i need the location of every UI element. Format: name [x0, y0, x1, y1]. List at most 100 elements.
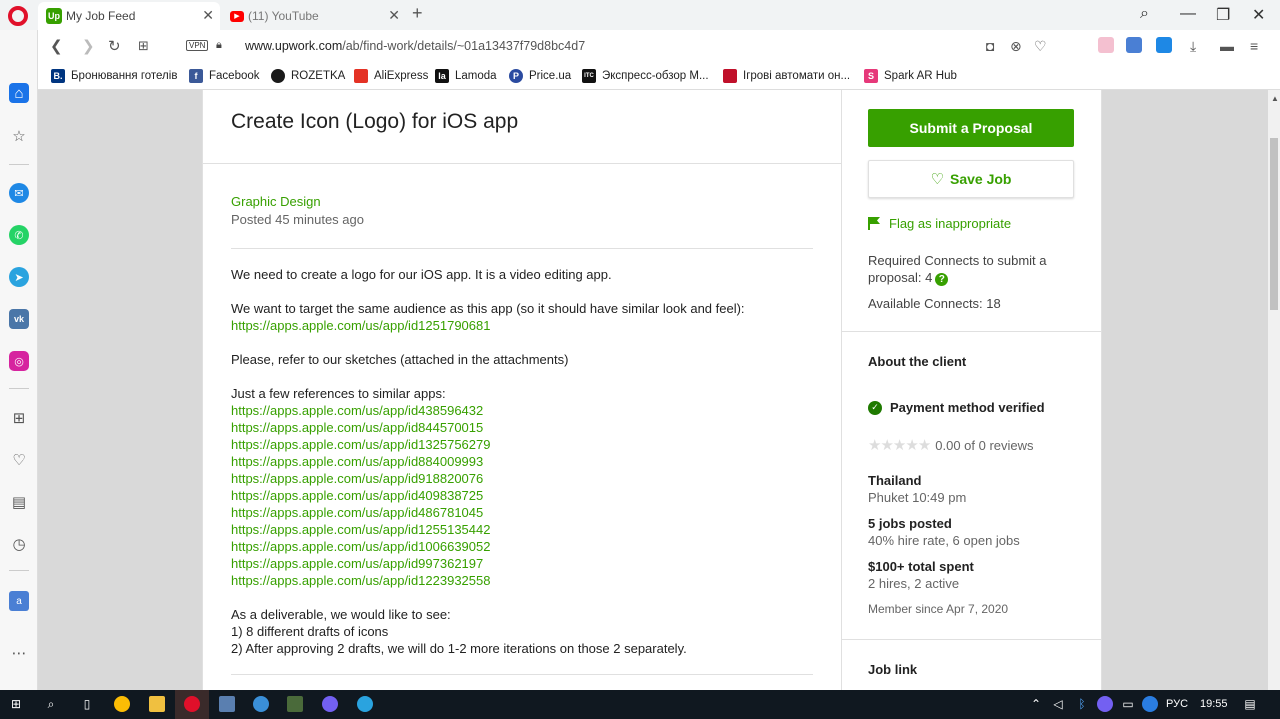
flag-inappropriate-link[interactable]: Flag as inappropriate [868, 216, 1011, 231]
battery-saver-icon[interactable]: ▬ [1220, 38, 1234, 54]
reference-app-link[interactable]: https://apps.apple.com/us/app/id12517906… [231, 317, 816, 334]
opera-menu-icon[interactable] [8, 6, 28, 26]
bluetooth-icon[interactable]: ᛒ [1074, 696, 1090, 712]
similar-app-link[interactable]: https://apps.apple.com/us/app/id13257562… [231, 436, 816, 453]
search-icon[interactable]: ⌕ [43, 696, 59, 712]
description-text: As a deliverable, we would like to see: [231, 607, 451, 622]
hire-rate: 40% hire rate, 6 open jobs [868, 533, 1020, 548]
bookmark-itc[interactable]: ITC Экспресс-обзор М... [582, 69, 709, 83]
more-options-icon[interactable]: ⋯ [9, 643, 29, 663]
viber-icon[interactable] [322, 696, 338, 712]
help-question-icon[interactable]: ? [935, 273, 949, 286]
opera-taskbar-icon[interactable] [184, 696, 200, 712]
bookmark-heart-icon[interactable]: ♡ [1034, 38, 1047, 55]
similar-app-link[interactable]: https://apps.apple.com/us/app/id84457001… [231, 419, 816, 436]
speed-dial-icon[interactable]: ⊞ [138, 38, 149, 54]
clock[interactable]: 19:55 [1200, 698, 1228, 710]
scroll-up-icon[interactable]: ▲ [1271, 94, 1279, 103]
close-tab-icon[interactable]: ✕ [388, 7, 400, 24]
similar-app-link[interactable]: https://apps.apple.com/us/app/id88400999… [231, 453, 816, 470]
close-tab-icon[interactable]: ✕ [202, 7, 214, 24]
available-connects: Available Connects: 18 [868, 296, 1001, 311]
messenger-taskbar-icon[interactable] [253, 696, 269, 712]
translate-extension-icon[interactable] [1126, 37, 1142, 53]
history-clock-icon[interactable]: ◷ [9, 534, 29, 554]
reviews-count: 0.00 of 0 reviews [935, 437, 1034, 453]
easy-setup-icon[interactable]: ≡ [1250, 38, 1258, 54]
extension-cube-icon[interactable] [1098, 37, 1114, 53]
whatsapp-icon[interactable]: ✆ [9, 225, 29, 245]
home-icon[interactable]: ⌂ [9, 83, 29, 103]
bookmark-aliexpress[interactable]: AliExpress [354, 69, 428, 83]
bookmarks-star-icon[interactable]: ☆ [9, 126, 29, 146]
tab-youtube[interactable]: ▶ (11) YouTube ✕ [222, 2, 406, 30]
flag-label: Flag as inappropriate [889, 216, 1012, 231]
hires-count: 2 hires, 2 active [868, 576, 960, 591]
chrome-icon[interactable] [114, 696, 130, 712]
job-link-heading: Job link [868, 662, 918, 677]
url-field[interactable]: www.upwork.com/ab/find-work/details/~01a… [245, 39, 585, 53]
app-taskbar-icon[interactable] [287, 696, 303, 712]
bookmark-price-ua[interactable]: P Price.ua [509, 69, 571, 83]
similar-app-link[interactable]: https://apps.apple.com/us/app/id12551354… [231, 521, 816, 538]
vpn-badge[interactable]: VPN [186, 40, 209, 51]
close-window-button[interactable]: ✕ [1252, 5, 1265, 25]
total-spent: $100+ total spent [868, 559, 974, 574]
download-extension-icon[interactable] [1156, 37, 1172, 53]
job-description: We need to create a logo for our iOS app… [231, 266, 816, 674]
messenger-tray-icon[interactable] [1142, 696, 1158, 712]
job-category-link[interactable]: Graphic Design [231, 194, 321, 209]
personal-news-heart-icon[interactable]: ♡ [9, 450, 29, 470]
save-job-label: Save Job [949, 171, 1012, 187]
scrollbar-thumb[interactable] [1270, 138, 1278, 310]
workspaces-grid-icon[interactable]: ⊞ [9, 408, 29, 428]
snapshot-camera-icon[interactable]: ◘ [986, 38, 994, 54]
new-tab-button[interactable]: + [412, 3, 423, 24]
back-arrow-icon[interactable]: ❮ [50, 37, 63, 55]
forward-arrow-icon[interactable]: ❯ [82, 37, 95, 55]
bookmark-spark-ar[interactable]: S Spark AR Hub [864, 69, 957, 83]
similar-app-link[interactable]: https://apps.apple.com/us/app/id91882007… [231, 470, 816, 487]
telegram-icon[interactable]: ➤ [9, 267, 29, 287]
bookmark-rozetka[interactable]: ROZETKA [271, 69, 345, 83]
bookmark-facebook[interactable]: f Facebook [189, 69, 260, 83]
reload-icon[interactable]: ↻ [108, 37, 121, 55]
file-icon[interactable]: ▯ [79, 696, 95, 712]
bookmark-label: Экспресс-обзор М... [602, 70, 709, 82]
similar-app-link[interactable]: https://apps.apple.com/us/app/id48678104… [231, 504, 816, 521]
tab-title: My Job Feed [66, 9, 136, 23]
lock-icon[interactable]: 🔒︎ [216, 39, 222, 52]
restore-window-button[interactable]: ❐ [1216, 5, 1230, 25]
bookmark-lamoda[interactable]: la Lamoda [435, 69, 497, 83]
keyboard-language[interactable]: РУС [1166, 698, 1188, 710]
bookmark-games[interactable]: Ігрові автомати он... [723, 69, 850, 83]
submit-proposal-button[interactable]: Submit a Proposal [868, 109, 1074, 147]
messenger-icon[interactable]: ✉ [9, 183, 29, 203]
save-job-button[interactable]: ♡ Save Job [868, 160, 1074, 198]
similar-app-link[interactable]: https://apps.apple.com/us/app/id43859643… [231, 402, 816, 419]
viber-tray-icon[interactable] [1097, 696, 1113, 712]
news-icon[interactable]: ▤ [9, 492, 29, 512]
instagram-icon[interactable]: ◎ [9, 351, 29, 371]
similar-app-link[interactable]: https://apps.apple.com/us/app/id10066390… [231, 538, 816, 555]
volume-icon[interactable]: ◁ [1050, 696, 1066, 712]
show-hidden-icons[interactable]: ⌃ [1028, 696, 1044, 712]
similar-app-link[interactable]: https://apps.apple.com/us/app/id12239325… [231, 572, 816, 589]
search-tabs-icon[interactable]: ⌕ [1140, 5, 1149, 23]
page-scrollbar[interactable]: ▲ [1268, 90, 1280, 690]
windows-start-icon[interactable]: ⊞ [8, 696, 24, 712]
mail-icon[interactable] [219, 696, 235, 712]
file-explorer-icon[interactable] [149, 696, 165, 712]
tracker-block-icon[interactable]: ⊗ [1010, 38, 1022, 55]
notifications-icon[interactable]: ▤ [1242, 696, 1258, 712]
telegram-taskbar-icon[interactable] [357, 696, 373, 712]
translate-icon[interactable]: a [9, 591, 29, 611]
similar-app-link[interactable]: https://apps.apple.com/us/app/id99736219… [231, 555, 816, 572]
similar-app-link[interactable]: https://apps.apple.com/us/app/id40983872… [231, 487, 816, 504]
bookmark-booking[interactable]: B. Бронювання готелів [51, 69, 177, 83]
downloads-icon[interactable]: ⤓ [1190, 38, 1196, 55]
tab-my-job-feed[interactable]: Up My Job Feed ✕ [38, 2, 220, 30]
minimize-window-button[interactable]: — [1180, 5, 1196, 23]
vk-icon[interactable]: vk [9, 309, 29, 329]
battery-icon[interactable]: ▭ [1120, 696, 1136, 712]
